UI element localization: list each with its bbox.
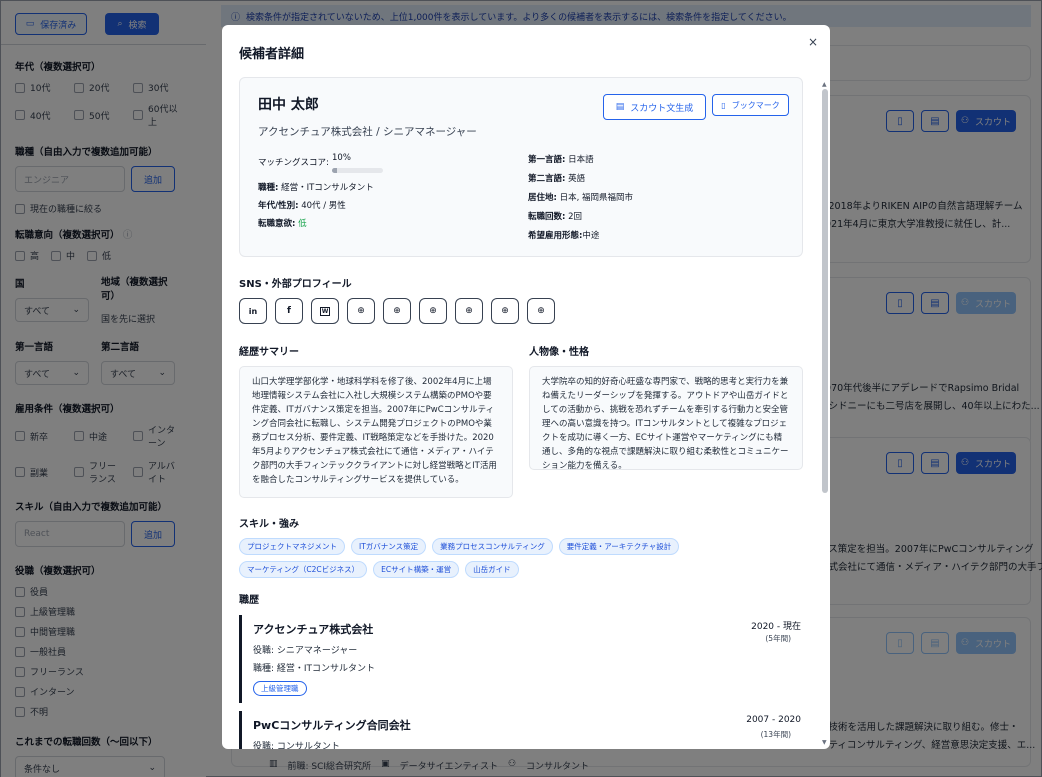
modal-scrollbar[interactable]: ▲ ▼ xyxy=(822,81,828,747)
scroll-down-icon: ▼ xyxy=(822,739,827,746)
field-lang2: 第二言語: 英語 xyxy=(528,174,586,184)
scout-doc-button[interactable]: ▤ スカウト文生成 xyxy=(603,94,706,120)
skills-title: スキル・強み xyxy=(239,519,299,530)
skill-tags: プロジェクトマネジメント ITガバナンス策定 業務プロセスコンサルティング 要件… xyxy=(239,538,779,578)
document-icon: ▤ xyxy=(615,102,625,112)
skill-tag: 山岳ガイド xyxy=(465,561,519,578)
wantedly-icon[interactable]: W xyxy=(311,298,339,324)
scroll-up-icon: ▲ xyxy=(822,81,827,88)
field-intent: 転職意欲: 低 xyxy=(258,219,307,229)
globe-icon[interactable]: ⊕ xyxy=(527,298,555,324)
job-level-tag: 上級管理職 xyxy=(253,681,307,696)
skill-tag: 業務プロセスコンサルティング xyxy=(432,538,553,555)
job-entry: アクセンチュア株式会社 2020 - 現在 (5年間) 役職: シニアマネージャ… xyxy=(239,615,807,703)
job-role: 役職: コンサルタント xyxy=(253,742,340,749)
globe-icon[interactable]: ⊕ xyxy=(455,298,483,324)
sns-links: in f W ⊕ ⊕ ⊕ ⊕ ⊕ ⊕ xyxy=(239,298,555,324)
skill-tag: プロジェクトマネジメント xyxy=(239,538,345,555)
skill-tag: 要件定義・アーキテクチャ設計 xyxy=(558,538,680,555)
bookmark-icon: ▯ xyxy=(721,100,726,110)
field-employment-type: 希望雇用形態:中途 xyxy=(528,231,600,241)
job-period: 2020 - 現在 xyxy=(751,622,801,632)
summary-title: 経歴サマリー xyxy=(239,347,299,358)
skill-tag: ECサイト構築・運営 xyxy=(373,561,460,578)
matching-score-bar xyxy=(332,168,383,173)
candidate-detail-modal: 候補者詳細 × ▲ ▼ 田中 太郎 アクセンチュア株式会社 / シニアマネージャ… xyxy=(222,25,830,749)
summary-text: 山口大学理学部化学・地球科学科を修了後、2002年4月に上場地理情報システム会社… xyxy=(239,366,513,498)
job-duration: (13年間) xyxy=(760,730,791,739)
persona-title: 人物像・性格 xyxy=(529,347,589,358)
bookmark-button[interactable]: ▯ ブックマーク xyxy=(712,94,789,116)
facebook-icon[interactable]: f xyxy=(275,298,303,324)
candidate-name: 田中 太郎 xyxy=(258,97,319,113)
field-age-gender: 年代/性別: 40代 / 男性 xyxy=(258,201,346,211)
globe-icon[interactable]: ⊕ xyxy=(419,298,447,324)
field-lang1: 第一言語: 日本語 xyxy=(528,155,594,165)
job-type: 職種: 経営・ITコンサルタント xyxy=(253,664,376,674)
skill-tag: マーケティング（C2Cビジネス） xyxy=(239,561,368,578)
job-company: アクセンチュア株式会社 xyxy=(253,623,374,636)
matching-score-label: マッチングスコア: xyxy=(258,158,329,168)
persona-text: 大学院卒の知的好奇心旺盛な専門家で、戦略的思考と実行力を兼ね備えたリーダーシップ… xyxy=(529,366,803,471)
candidate-company-role: アクセンチュア株式会社 / シニアマネージャー xyxy=(258,126,477,138)
job-role: 役職: シニアマネージャー xyxy=(253,646,358,656)
profile-summary: 田中 太郎 アクセンチュア株式会社 / シニアマネージャー ▤ スカウト文生成 … xyxy=(239,77,803,257)
field-residence: 居住地: 日本, 福岡県福岡市 xyxy=(528,193,634,203)
globe-icon[interactable]: ⊕ xyxy=(491,298,519,324)
field-job-changes: 転職回数: 2回 xyxy=(528,212,583,222)
linkedin-icon[interactable]: in xyxy=(239,298,267,324)
field-job: 職種: 経営・ITコンサルタント xyxy=(258,183,374,193)
globe-icon[interactable]: ⊕ xyxy=(347,298,375,324)
close-icon[interactable]: × xyxy=(808,35,818,49)
scroll-thumb[interactable] xyxy=(822,89,828,493)
career-title: 職歴 xyxy=(239,595,259,606)
job-entry: PwCコンサルティング合同会社 2007 - 2020 (13年間) 役職: コ… xyxy=(239,711,807,749)
job-duration: (5年間) xyxy=(765,634,791,643)
job-period: 2007 - 2020 xyxy=(746,715,801,725)
skill-tag: ITガバナンス策定 xyxy=(351,538,427,555)
modal-title: 候補者詳細 xyxy=(239,47,305,62)
matching-score-fill xyxy=(332,168,338,173)
globe-icon[interactable]: ⊕ xyxy=(383,298,411,324)
matching-score-value: 10% xyxy=(332,153,351,163)
job-company: PwCコンサルティング合同会社 xyxy=(253,719,411,732)
sns-title: SNS・外部プロフィール xyxy=(239,279,352,290)
